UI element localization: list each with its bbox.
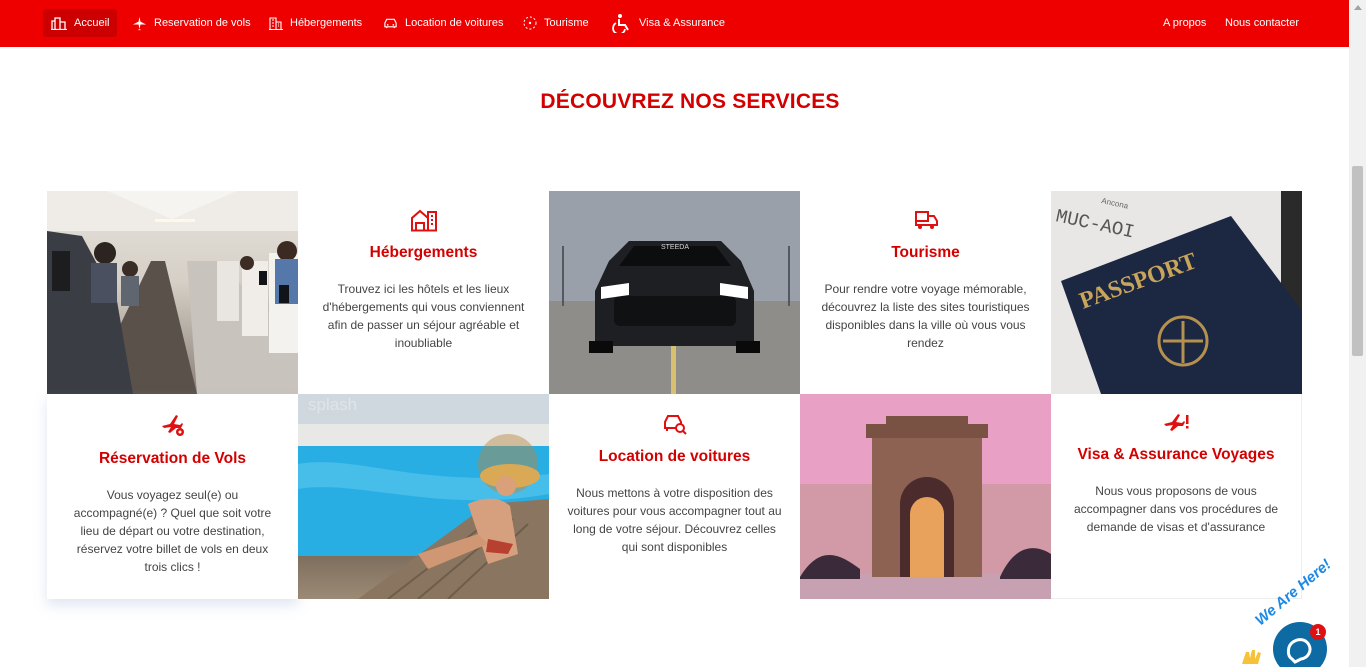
service-description: Pour rendre votre voyage mémorable, déco… [821,282,1030,350]
car-search-icon [663,415,687,435]
compass-icon [523,16,537,30]
service-title: Visa & Assurance Voyages [1077,446,1275,463]
passport-image: MUC-AOI Ancona PASSPORT [1051,191,1302,394]
car-icon [384,18,397,29]
chat-widget[interactable]: We Are Here! 1 [1230,556,1349,667]
waving-hand-icon [1242,650,1261,664]
nav-item-accueil[interactable]: Accueil [43,9,118,37]
service-title: Location de voitures [598,448,751,465]
pool-woman-image: splash [298,394,549,599]
nav-item-tourisme[interactable]: Tourisme [523,9,589,37]
nav-item-a-propos[interactable]: A propos [1163,9,1206,37]
hotel-icon [410,209,437,232]
service-title: Tourisme [891,244,960,261]
section-title: DÉCOUVREZ NOS SERVICES [540,90,840,113]
car-windshield-text: STEEDA [661,244,689,251]
nav-item-label: A propos [1163,17,1207,29]
plane-alert-icon [1164,414,1189,431]
mustang-car-image: STEEDA [549,191,800,394]
home-icon [51,17,67,30]
wheelchair-icon [612,14,629,33]
nav-item-location-voitures[interactable]: Location de voitures [383,9,503,37]
nav-item-visa-assurance[interactable]: Visa & Assurance [612,9,725,37]
service-card-visa-assurance[interactable]: Visa & Assurance Voyages Nous vous propo… [1051,394,1302,599]
nav-item-label: Location de voitures [405,17,504,29]
nav-item-label: Reservation de vols [154,17,251,29]
service-description: Nous mettons à votre disposition des voi… [567,486,782,554]
service-description: Vous voyagez seul(e) ou accompagné(e) ? … [73,488,272,574]
service-card-hebergements[interactable]: Hébergements Trouvez ici les hôtels et l… [298,191,549,394]
service-title: Hébergements [369,244,478,261]
building-icon [269,17,283,30]
nav-item-label: Accueil [74,17,110,29]
pool-watermark-text: splash [308,395,357,414]
chat-notification-badge: 1 [1310,624,1326,640]
nav-item-reservation-vols[interactable]: Reservation de vols [132,9,251,37]
nav-item-nous-contacter[interactable]: Nous contacter [1225,9,1299,37]
nav-item-label: Hébergements [290,17,363,29]
bus-icon [914,211,938,229]
services-grid: Hébergements Trouvez ici les hôtels et l… [47,191,1302,599]
india-gate-image [800,394,1051,599]
service-description: Trouvez ici les hôtels et les lieux d'hé… [322,282,525,350]
nav-item-label: Visa & Assurance [639,17,726,29]
top-navbar: Accueil Reservation de vols Hébergements… [0,0,1349,47]
page: Accueil Reservation de vols Hébergements… [0,0,1366,667]
nav-item-label: Tourisme [544,17,589,29]
nav-item-hebergements[interactable]: Hébergements [269,9,362,37]
service-card-reservation-vols[interactable]: Réservation de Vols Vous voyagez seul(e)… [47,394,298,599]
airplane-cabin-image [47,191,298,394]
plane-icon [132,16,147,30]
plane-pin-icon [161,415,184,436]
scroll-thumb[interactable] [1352,166,1363,356]
scroll-up-arrow-icon[interactable] [1354,5,1362,10]
nav-item-label: Nous contacter [1225,17,1299,29]
service-card-tourisme[interactable]: Tourisme Pour rendre votre voyage mémora… [800,191,1051,394]
service-card-location-voitures[interactable]: Location de voitures Nous mettons à votr… [549,394,800,599]
service-description: Nous vous proposons de vous accompagner … [1073,484,1279,534]
service-title: Réservation de Vols [98,450,246,467]
